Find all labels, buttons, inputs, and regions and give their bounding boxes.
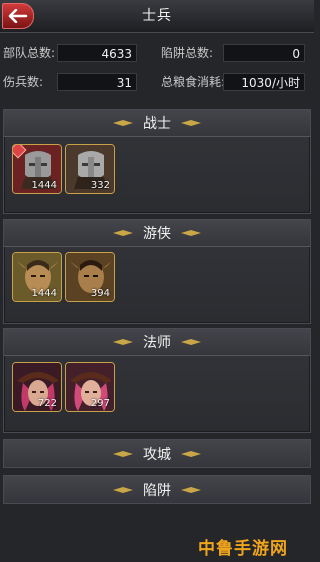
right-ornament-icon — [181, 486, 201, 493]
left-ornament-icon — [113, 450, 133, 457]
right-ornament-icon — [181, 339, 201, 345]
unit-card-ranger-2[interactable]: 394 — [65, 252, 115, 302]
unit-count: 1444 — [31, 180, 57, 191]
section-header[interactable]: 法师 — [4, 329, 310, 356]
section-title: 攻城 — [143, 446, 171, 463]
unit-card-warrior-1[interactable]: 1444 — [12, 144, 62, 194]
unit-count: 332 — [90, 180, 110, 191]
section-mages: 法师 722 297 — [3, 328, 311, 433]
section-rangers: 游侠 1444 394 — [3, 219, 311, 324]
page-title: 士兵 — [142, 8, 172, 24]
section-title: 游侠 — [143, 226, 171, 242]
wounded-value: 31 — [57, 73, 137, 91]
traps-total-value: 0 — [223, 44, 305, 62]
total-troops-label: 部队总数: — [3, 46, 56, 60]
watermark-text: 中鲁手游网 — [198, 538, 288, 559]
left-ornament-icon — [113, 120, 133, 126]
section-title: 法师 — [143, 335, 171, 351]
top-bar: 士兵 — [0, 0, 314, 33]
traps-total-label: 陷阱总数: — [161, 46, 214, 60]
section-title: 战士 — [143, 116, 171, 132]
section-header[interactable]: 攻城 — [4, 440, 310, 467]
right-ornament-icon — [181, 120, 201, 126]
unit-card-warrior-2[interactable]: 332 — [65, 144, 115, 194]
section-header[interactable]: 战士 — [4, 110, 310, 137]
right-ornament-icon — [181, 230, 201, 236]
section-siege: 攻城 — [3, 439, 311, 468]
section-header[interactable]: 游侠 — [4, 220, 310, 247]
food-consumption-label: 总粮食消耗: — [161, 75, 226, 89]
unit-count: 394 — [90, 288, 110, 299]
section-header[interactable]: 陷阱 — [4, 476, 310, 503]
food-consumption-value: 1030/小时 — [223, 73, 305, 91]
left-ornament-icon — [113, 230, 133, 236]
total-troops-value: 4633 — [57, 44, 137, 62]
unit-card-mage-2[interactable]: 297 — [65, 362, 115, 412]
section-traps: 陷阱 — [3, 475, 311, 504]
left-ornament-icon — [113, 339, 133, 345]
unit-card-mage-1[interactable]: 722 — [12, 362, 62, 412]
unit-card-ranger-1[interactable]: 1444 — [12, 252, 62, 302]
unit-count: 297 — [90, 398, 110, 409]
unit-count: 1444 — [31, 288, 57, 299]
section-title: 陷阱 — [143, 482, 171, 499]
wounded-label: 伤兵数: — [3, 75, 44, 89]
unit-count: 722 — [37, 398, 57, 409]
left-ornament-icon — [113, 486, 133, 493]
right-ornament-icon — [181, 450, 201, 457]
section-warriors: 战士 1444 332 — [3, 109, 311, 214]
watermark: 中鲁手游网 — [198, 530, 314, 562]
